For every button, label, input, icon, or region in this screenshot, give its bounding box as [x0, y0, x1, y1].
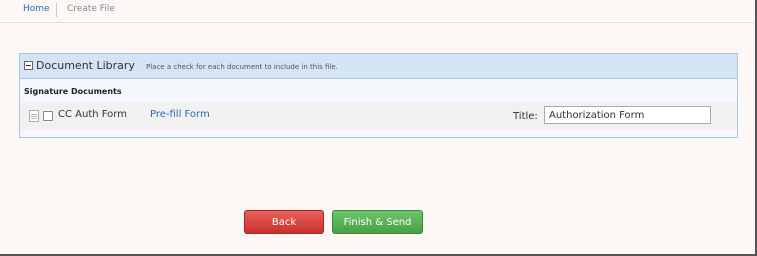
document-library-header: Document Library Place a check for each … [20, 54, 737, 79]
document-include-checkbox[interactable] [43, 111, 53, 121]
nav-create-file-link[interactable]: Create File [67, 4, 115, 14]
document-library-panel: Document Library Place a check for each … [19, 53, 738, 138]
signature-documents-heading: Signature Documents [24, 87, 122, 96]
title-label: Title: [513, 111, 538, 122]
document-row: CC Auth Form Pre-fill Form Title: [20, 103, 737, 130]
finish-and-send-button[interactable]: Finish & Send [332, 210, 423, 234]
back-button[interactable]: Back [244, 210, 324, 234]
nav-home-link[interactable]: Home [23, 4, 50, 14]
document-title-input[interactable] [544, 106, 711, 124]
prefill-form-link[interactable]: Pre-fill Form [150, 109, 210, 120]
collapse-icon[interactable] [24, 61, 33, 70]
document-name: CC Auth Form [58, 109, 127, 120]
document-library-title: Document Library [36, 59, 135, 72]
top-navigation: Home Create File [0, 0, 754, 23]
nav-divider [56, 3, 57, 17]
document-library-hint: Place a check for each document to inclu… [146, 63, 338, 71]
document-icon [29, 110, 39, 122]
